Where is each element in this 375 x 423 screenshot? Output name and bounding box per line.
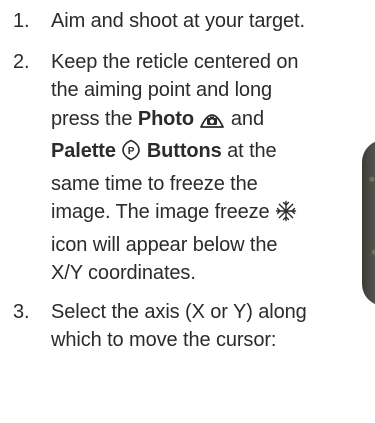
step-3-text: Select the axis (X or Y) along which to … <box>51 300 307 352</box>
step-2-number: 2. <box>13 50 30 73</box>
buttons-label: Buttons <box>146 140 222 162</box>
svg-text:P: P <box>128 146 135 157</box>
step-1: 1. Aim and shoot at your target. <box>0 7 362 36</box>
step-2-text-b: and <box>225 107 264 130</box>
palette-p-icon: P <box>121 139 141 170</box>
palette-button-label: Palette <box>51 140 116 162</box>
step-1-text: Aim and shoot at your target. <box>51 10 305 32</box>
step-3-number: 3. <box>13 300 30 323</box>
instruction-steps: 1. Aim and shoot at your target. 2. Keep… <box>0 0 362 355</box>
step-2-text-d: icon will appear below the X/Y coordinat… <box>51 233 278 285</box>
device-photo-edge <box>362 140 375 306</box>
snowflake-freeze-icon <box>275 200 297 231</box>
photo-button-label: Photo <box>137 107 194 130</box>
camera-button-icon <box>199 109 225 138</box>
step-2: 2. Keep the reticle centered on the aimi… <box>0 48 311 288</box>
step-1-number: 1. <box>13 10 30 32</box>
step-3: 3. Select the axis (X or Y) along which … <box>0 298 311 355</box>
